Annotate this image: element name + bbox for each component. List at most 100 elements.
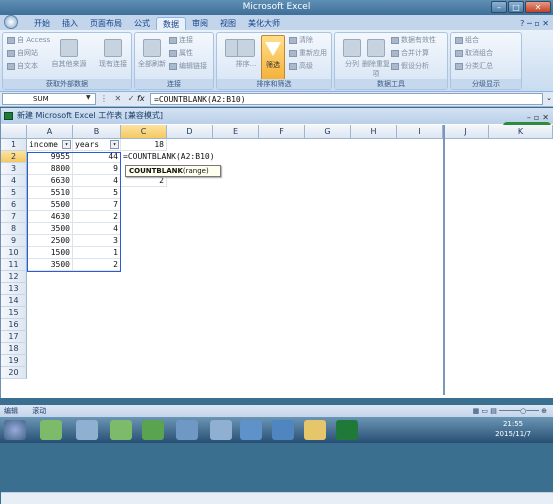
row-header[interactable]: 19 bbox=[1, 355, 27, 367]
office-button[interactable] bbox=[4, 15, 18, 29]
column-header-f[interactable]: F bbox=[259, 125, 305, 139]
row-header[interactable]: 13 bbox=[1, 283, 27, 295]
what-if-button[interactable]: 假设分析 bbox=[391, 61, 429, 71]
zoom-slider[interactable]: ▦ ▭ ▤ ─────○─── ⊕ bbox=[473, 405, 547, 417]
row-header[interactable]: 11 bbox=[1, 259, 27, 271]
column-header-e[interactable]: E bbox=[213, 125, 259, 139]
minimize-button[interactable]: – bbox=[491, 1, 507, 13]
cell-c2-editing[interactable]: =COUNTBLANK(A2:B10) bbox=[121, 151, 231, 163]
select-all-corner[interactable] bbox=[1, 125, 27, 139]
connections-button[interactable]: 连接 bbox=[169, 35, 193, 45]
row-header[interactable]: 20 bbox=[1, 367, 27, 379]
column-header-g[interactable]: G bbox=[305, 125, 351, 139]
tab-data[interactable]: 数据 bbox=[156, 17, 186, 30]
filter-dropdown-icon[interactable]: ▾ bbox=[110, 140, 119, 149]
tab-view[interactable]: 视图 bbox=[214, 17, 242, 30]
row-header[interactable]: 15 bbox=[1, 307, 27, 319]
tab-insert[interactable]: 插入 bbox=[56, 17, 84, 30]
row-header[interactable]: 16 bbox=[1, 319, 27, 331]
filter-dropdown-icon[interactable]: ▾ bbox=[62, 140, 71, 149]
consolidate-button[interactable]: 合并计算 bbox=[391, 48, 429, 58]
taskbar-app-icon[interactable] bbox=[40, 420, 62, 440]
advanced-button[interactable]: 高级 bbox=[289, 61, 313, 71]
clear-button[interactable]: 清除 bbox=[289, 35, 313, 45]
from-web-button[interactable]: 自网站 bbox=[7, 48, 38, 58]
row-header[interactable]: 8 bbox=[1, 223, 27, 235]
column-header-j[interactable]: J bbox=[443, 125, 489, 139]
tab-page-layout[interactable]: 页面布局 bbox=[84, 17, 128, 30]
tab-home[interactable]: 开始 bbox=[28, 17, 56, 30]
cell-c1[interactable]: 18 bbox=[121, 139, 167, 151]
taskbar-app-icon[interactable] bbox=[272, 420, 294, 440]
tab-beautify[interactable]: 美化大师 bbox=[242, 17, 286, 30]
taskbar-app-icon[interactable] bbox=[110, 420, 132, 440]
column-header-b[interactable]: B bbox=[73, 125, 121, 139]
taskbar-app-icon[interactable] bbox=[76, 420, 98, 440]
tab-review[interactable]: 审阅 bbox=[186, 17, 214, 30]
system-clock[interactable]: 21:55 2015/11/7 bbox=[495, 419, 531, 439]
row-header[interactable]: 14 bbox=[1, 295, 27, 307]
row-header[interactable]: 3 bbox=[1, 163, 27, 175]
sort-button[interactable]: 排序... bbox=[231, 39, 261, 69]
filter-button[interactable]: 筛选 bbox=[261, 35, 285, 81]
row-header[interactable]: 1 bbox=[1, 139, 27, 151]
row-header[interactable]: 17 bbox=[1, 331, 27, 343]
reapply-button[interactable]: 重新应用 bbox=[289, 48, 327, 58]
row-header[interactable]: 6 bbox=[1, 199, 27, 211]
row-header[interactable]: 10 bbox=[1, 247, 27, 259]
function-tooltip[interactable]: COUNTBLANK(range) bbox=[125, 165, 221, 177]
column-header-i[interactable]: I bbox=[397, 125, 443, 139]
row-header[interactable]: 2 bbox=[1, 151, 27, 163]
taskbar-app-icon[interactable] bbox=[240, 420, 262, 440]
chevron-down-icon[interactable]: ▼ bbox=[86, 94, 91, 101]
row-header[interactable]: 9 bbox=[1, 235, 27, 247]
maximize-button[interactable]: □ bbox=[508, 1, 524, 13]
split-bar[interactable] bbox=[443, 125, 445, 395]
formula-input[interactable]: =COUNTBLANK(A2:B10) bbox=[150, 93, 543, 105]
horizontal-scrollbar[interactable] bbox=[1, 492, 553, 504]
expand-icon[interactable]: ⌄ bbox=[546, 94, 552, 102]
column-header-a[interactable]: A bbox=[27, 125, 73, 139]
taskbar-excel-icon[interactable] bbox=[336, 420, 358, 440]
cell-b1[interactable]: years ▾ bbox=[73, 139, 121, 151]
group-data-tools: 分列 删除重复项 数据有效性 合并计算 假设分析 数据工具 bbox=[334, 32, 448, 90]
data-validation-button[interactable]: 数据有效性 bbox=[391, 35, 436, 45]
edit-links-button[interactable]: 编辑链接 bbox=[169, 61, 207, 71]
existing-connections-button[interactable]: 现有连接 bbox=[95, 39, 131, 69]
column-header-d[interactable]: D bbox=[167, 125, 213, 139]
row-header[interactable]: 5 bbox=[1, 187, 27, 199]
from-text-button[interactable]: 自文本 bbox=[7, 61, 38, 71]
ungroup-button[interactable]: 取消组合 bbox=[455, 48, 493, 58]
ribbon-tabs: 开始 插入 页面布局 公式 数据 审阅 视图 美化大师 ? ─ ▫ ✕ bbox=[0, 15, 553, 30]
name-box[interactable]: SUM bbox=[2, 93, 96, 105]
group-label: 获取外部数据 bbox=[3, 79, 131, 89]
taskbar-app-icon[interactable] bbox=[142, 420, 164, 440]
taskbar-app-icon[interactable] bbox=[210, 420, 232, 440]
close-button[interactable]: ✕ bbox=[525, 1, 551, 13]
refresh-all-button[interactable]: 全部刷新 bbox=[137, 39, 167, 69]
row-header[interactable]: 7 bbox=[1, 211, 27, 223]
formula-buttons[interactable]: ⋮ ✕ ✓ bbox=[100, 94, 137, 103]
insert-function-button[interactable]: fx bbox=[137, 94, 145, 103]
column-header-k[interactable]: K bbox=[489, 125, 553, 139]
from-other-sources-button[interactable]: 自其他来源 bbox=[47, 39, 91, 69]
group-sort-filter: 排序... 筛选 清除 重新应用 高级 排序和筛选 bbox=[216, 32, 332, 90]
row-header[interactable]: 12 bbox=[1, 271, 27, 283]
ribbon: 自 Access 自网站 自文本 自其他来源 现有连接 获取外部数据 全部刷新 … bbox=[0, 30, 553, 92]
subtotal-button[interactable]: 分类汇总 bbox=[455, 61, 493, 71]
taskbar-app-icon[interactable] bbox=[176, 420, 198, 440]
taskbar-folder-icon[interactable] bbox=[304, 420, 326, 440]
column-header-c[interactable]: C bbox=[121, 125, 167, 139]
column-header-h[interactable]: H bbox=[351, 125, 397, 139]
group-button[interactable]: 组合 bbox=[455, 35, 479, 45]
access-icon bbox=[7, 36, 15, 44]
row-header[interactable]: 18 bbox=[1, 343, 27, 355]
row-header[interactable]: 4 bbox=[1, 175, 27, 187]
tab-formulas[interactable]: 公式 bbox=[128, 17, 156, 30]
cell-a1[interactable]: income ▾ bbox=[27, 139, 73, 151]
properties-button[interactable]: 属性 bbox=[169, 48, 193, 58]
start-button[interactable] bbox=[4, 420, 26, 440]
from-access-button[interactable]: 自 Access bbox=[7, 35, 50, 45]
help-icon[interactable]: ? ─ ▫ ✕ bbox=[520, 17, 549, 30]
remove-duplicates-button[interactable]: 删除重复项 bbox=[361, 39, 391, 79]
